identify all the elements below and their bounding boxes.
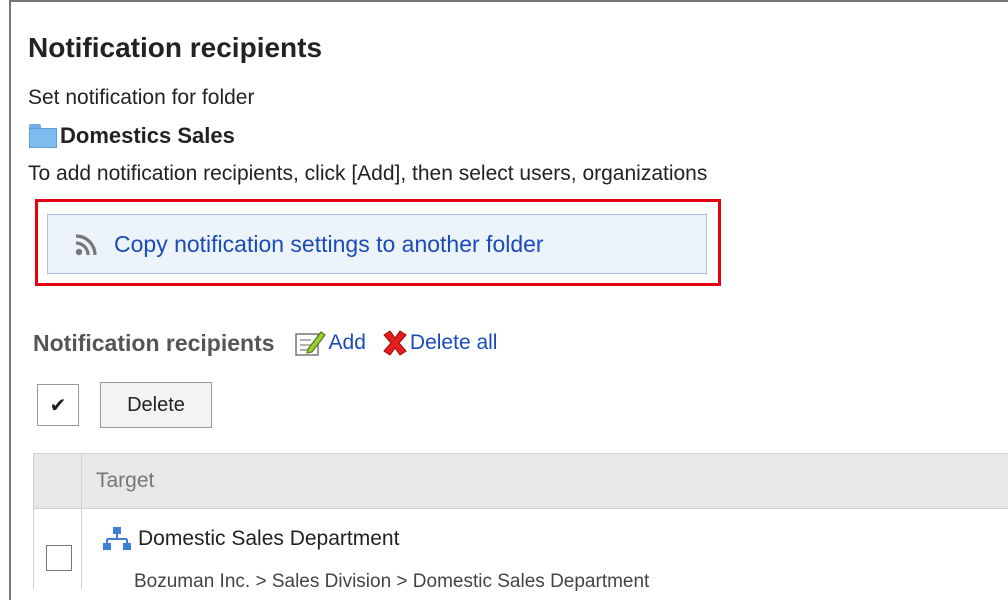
header-checkbox-column [34, 454, 82, 508]
add-recipient-label: Add [328, 331, 366, 354]
instructions-text: To add notification recipients, click [A… [28, 162, 708, 185]
edit-pencil-icon [294, 331, 326, 356]
folder-label: Domestics Sales [28, 121, 235, 151]
recipients-section-heading: Notification recipients Add Delete all [33, 326, 497, 360]
rss-icon [75, 234, 97, 256]
copy-notification-settings-button[interactable]: Copy notification settings to another fo… [47, 214, 707, 274]
delete-button[interactable]: Delete [100, 382, 212, 428]
page-subtitle: Set notification for folder [28, 86, 255, 109]
table-header: Target [33, 453, 1008, 509]
delete-all-label: Delete all [409, 331, 498, 354]
organization-path: Bozuman Inc. > Sales Division > Domestic… [134, 571, 650, 592]
red-x-icon [383, 330, 407, 356]
delete-all-link[interactable]: Delete all [366, 329, 498, 357]
folder-name: Domestics Sales [60, 123, 235, 148]
column-header-target: Target [96, 469, 155, 492]
select-all-checkbox[interactable]: ✔ [37, 384, 79, 426]
page-title: Notification recipients [28, 32, 323, 63]
table-row: Domestic Sales Department Bozuman Inc. >… [33, 509, 1008, 592]
add-recipient-link[interactable]: Add [293, 328, 366, 358]
row-checkbox-cell [34, 509, 82, 589]
row-checkbox[interactable] [46, 545, 72, 571]
organization-entry: Domestic Sales Department [102, 526, 399, 552]
copy-notification-settings-label: Copy notification settings to another fo… [114, 230, 544, 257]
folder-icon [28, 124, 58, 148]
recipients-section-title: Notification recipients [33, 329, 275, 356]
organization-icon [103, 527, 131, 550]
organization-name: Domestic Sales Department [138, 527, 400, 550]
